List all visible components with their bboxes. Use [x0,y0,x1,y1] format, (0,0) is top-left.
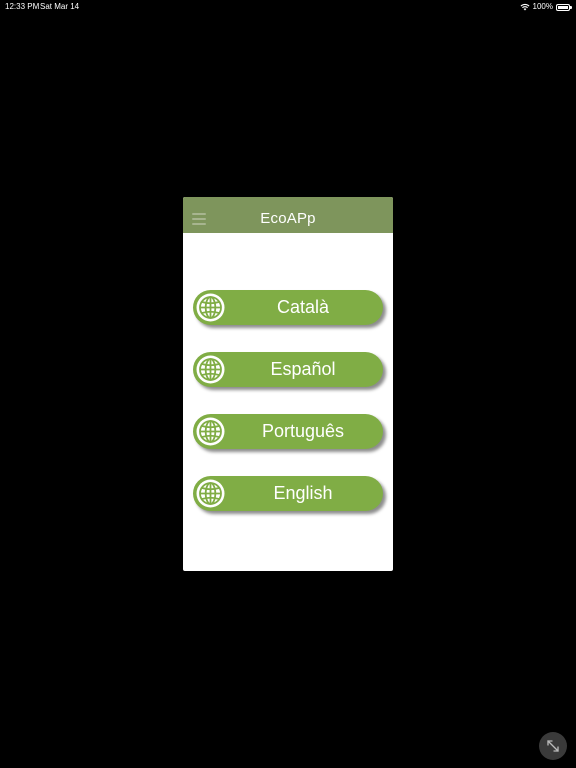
wifi-icon [520,3,530,11]
status-bar: 12:33 PM Sat Mar 14 100% [0,0,576,14]
globe-icon [196,293,225,322]
status-time: 12:33 PM [5,2,40,11]
app-title: EcoAPp [260,209,316,227]
globe-icon [196,355,225,384]
language-button-espanol[interactable]: Español [193,352,383,387]
language-label: Català [276,297,330,317]
globe-icon [196,417,225,446]
expand-button[interactable] [539,732,567,760]
battery-percent: 100% [532,2,553,11]
battery-icon [556,3,572,11]
expand-arrows-icon [547,740,559,752]
language-label: English [273,483,333,503]
language-button-english[interactable]: English [193,476,383,511]
language-label: Português [261,421,345,441]
language-label: Español [270,359,336,379]
globe-icon [196,479,225,508]
app-window: EcoAPp Català Español Português English [183,197,393,571]
hamburger-menu-icon[interactable] [192,213,206,225]
status-indicators: 100% [520,1,572,13]
language-button-portugues[interactable]: Português [193,414,383,449]
app-header: EcoAPp [183,197,393,233]
language-button-catala[interactable]: Català [193,290,383,325]
status-date: Sat Mar 14 [40,2,80,11]
